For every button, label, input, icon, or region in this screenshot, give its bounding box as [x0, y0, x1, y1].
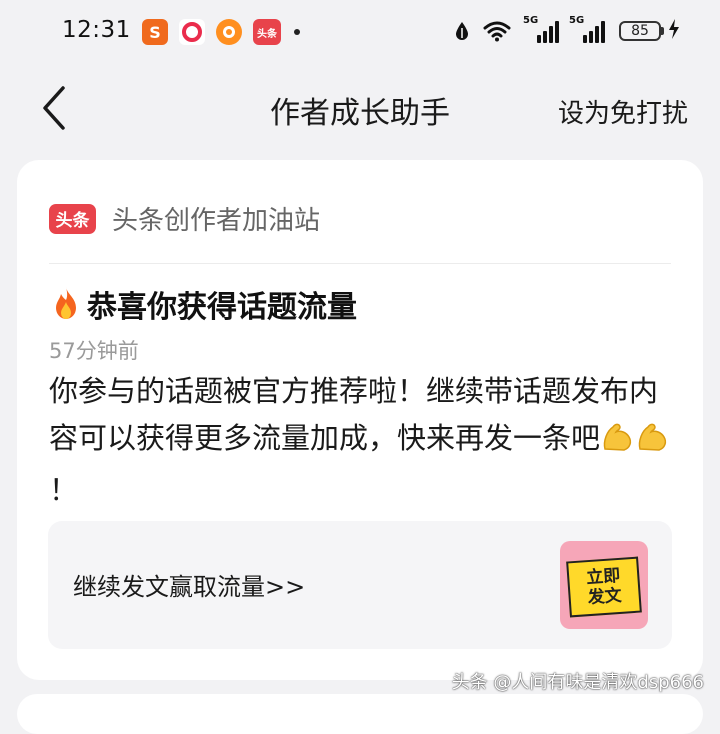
source-name: 头条创作者加油站: [112, 206, 321, 236]
continue-post-cta[interactable]: 继续发文赢取流量>> 立即 发文: [48, 521, 672, 649]
status-time: 12:31: [62, 17, 131, 43]
post-now-badge: 立即 发文: [566, 556, 642, 618]
battery-level: 85: [619, 21, 661, 41]
cellular-signal-1-icon: 5G: [523, 15, 559, 43]
notification-dot-icon: [294, 29, 300, 35]
red-app-icon: [179, 19, 205, 45]
cta-label: 继续发文赢取流量>>: [73, 573, 306, 601]
fire-icon: [49, 286, 83, 322]
nav-bar: 作者成长助手 设为免打扰: [0, 72, 720, 146]
message-body-suffix: ！: [49, 473, 79, 507]
flexed-biceps-icon: [601, 420, 635, 467]
divider: [49, 263, 671, 264]
status-indicators: 5G 5G 85: [455, 15, 680, 43]
cellular-signal-2-icon: 5G: [569, 15, 605, 43]
flexed-biceps-icon: [636, 420, 670, 467]
message-title-text: 恭喜你获得话题流量: [87, 290, 357, 325]
charging-bolt-icon: [668, 19, 680, 43]
toutiao-icon: 头条: [253, 19, 281, 45]
status-app-icons: S 头条: [142, 19, 300, 45]
status-bar: 12:31 S 头条 5G 5G 85: [0, 0, 720, 64]
message-body: 你参与的话题被官方推荐啦！继续带话题发布内容可以获得更多流量加成，快来再发一条吧…: [49, 368, 679, 514]
do-not-disturb-button[interactable]: 设为免打扰: [558, 93, 688, 130]
toutiao-logo: 头条: [49, 203, 96, 234]
battery-icon: 85: [619, 19, 680, 43]
sogou-input-icon: S: [142, 19, 168, 45]
message-card: 头条 头条创作者加油站 恭喜你获得话题流量 57分钟前 你参与的话题被官方推荐啦…: [17, 160, 703, 680]
next-message-card: [17, 694, 703, 734]
data-saver-icon: [455, 21, 469, 41]
taobao-icon: [216, 19, 242, 45]
wifi-icon: [483, 20, 511, 42]
post-now-thumbnail: 立即 发文: [560, 541, 648, 629]
source-row: 头条 头条创作者加油站: [49, 200, 320, 237]
message-title: 恭喜你获得话题流量: [49, 282, 357, 326]
message-time: 57分钟前: [49, 339, 139, 363]
thumb-line-1: 立即: [585, 565, 621, 589]
thumb-line-2: 发文: [587, 585, 623, 609]
message-body-text: 你参与的话题被官方推荐啦！继续带话题发布内容可以获得更多流量加成，快来再发一条吧: [49, 374, 659, 455]
watermark: 头条 @人间有味是清欢dsp666: [451, 672, 704, 693]
